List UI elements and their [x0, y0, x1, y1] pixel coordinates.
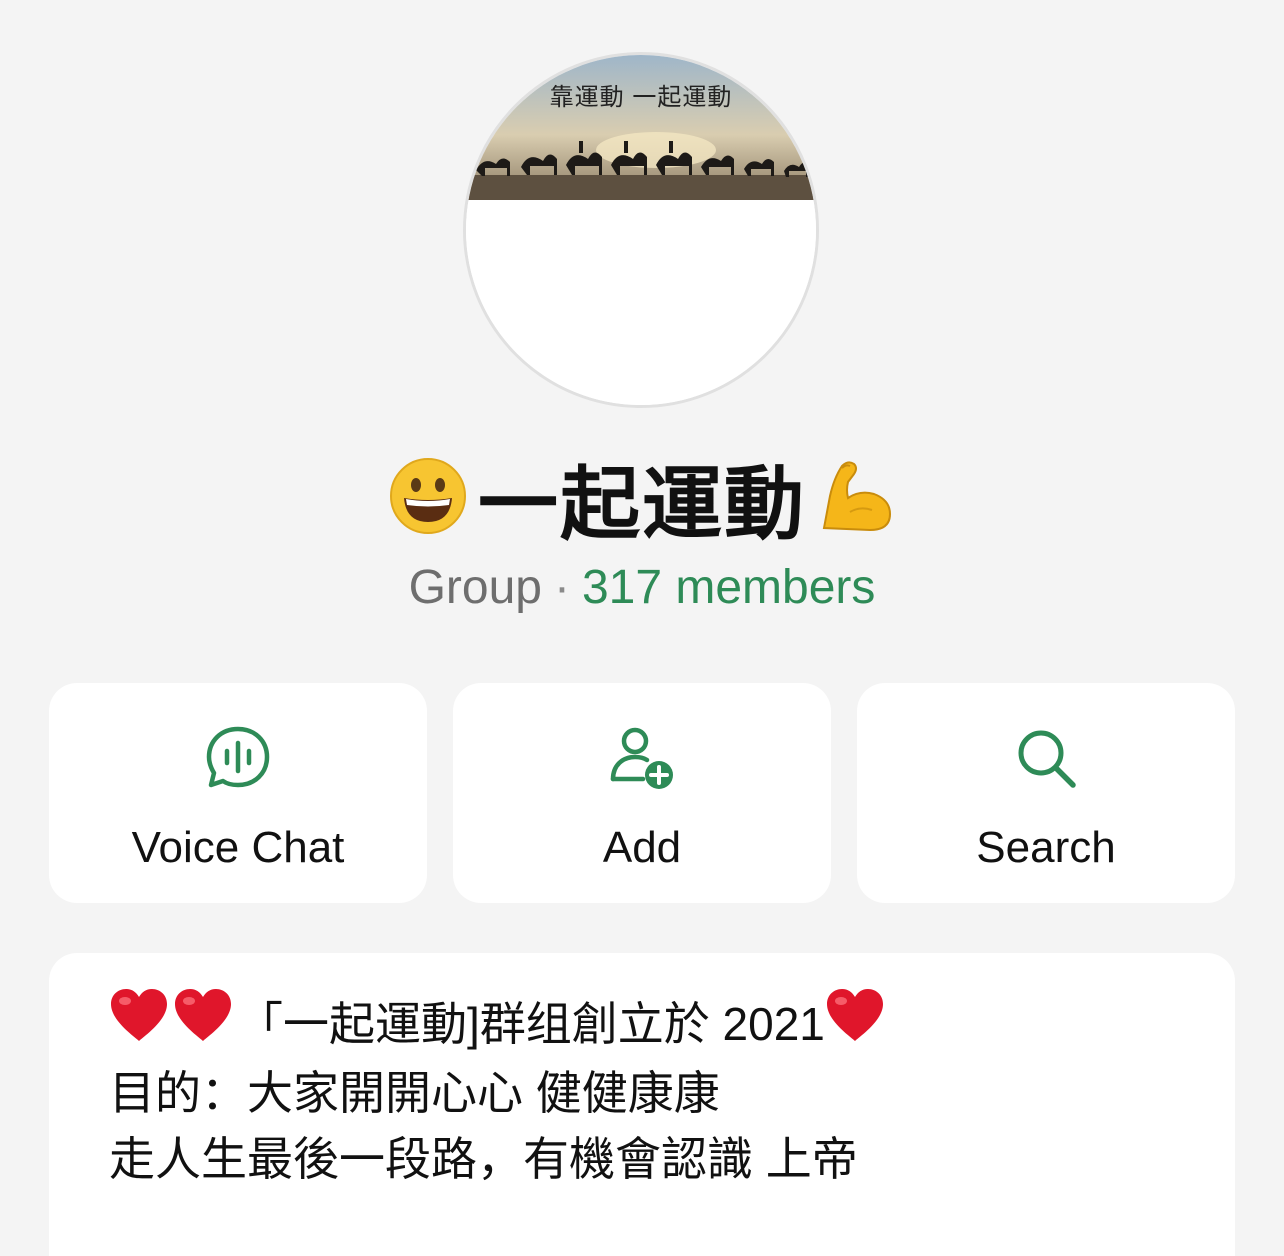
add-label: Add	[602, 823, 682, 872]
group-subtitle: Group · 317 members	[0, 560, 1284, 615]
add-person-icon	[610, 727, 673, 789]
add-button[interactable]: Add	[453, 683, 831, 903]
heart-icon	[825, 987, 885, 1060]
description-line-3: 走人生最後一段路，有機會認識 上帝	[109, 1133, 858, 1185]
group-title: 一起運動	[478, 460, 806, 549]
group-title-row: 一起運動	[0, 448, 1284, 549]
separator-dot: ·	[553, 561, 570, 614]
group-description: 「一起運動]群组創立於 2021 目的：大家開開心心 健健康康 走人生最後一段路…	[49, 953, 1235, 1256]
voice-chat-icon	[206, 726, 270, 788]
description-line-2: 目的：大家開開心心 健健康康	[109, 1067, 720, 1119]
voice-chat-button[interactable]: Voice Chat	[49, 683, 427, 903]
description-line-1: 「一起運動]群组創立於 2021	[109, 987, 1175, 1060]
group-avatar[interactable]: 靠運動 一起運動	[463, 52, 819, 408]
search-icon	[1018, 730, 1076, 788]
heart-icon	[109, 987, 169, 1060]
grinning-face-icon	[388, 456, 468, 541]
search-button[interactable]: Search	[857, 683, 1235, 903]
group-info-page: 靠運動 一起運動 一起運動 Group · 317 members Voice …	[0, 0, 1284, 1256]
member-count-link[interactable]: 317 members	[582, 561, 875, 614]
search-label: Search	[976, 823, 1116, 872]
voice-chat-label: Voice Chat	[131, 823, 345, 872]
description-line-1-text: 「一起運動]群组創立於 2021	[237, 997, 825, 1050]
avatar-caption: 靠運動 一起運動	[549, 84, 733, 111]
group-kind-label: Group	[408, 561, 542, 614]
flexed-biceps-icon	[816, 456, 896, 541]
action-buttons: Voice Chat Add Search	[49, 683, 1235, 903]
heart-icon	[173, 987, 233, 1060]
